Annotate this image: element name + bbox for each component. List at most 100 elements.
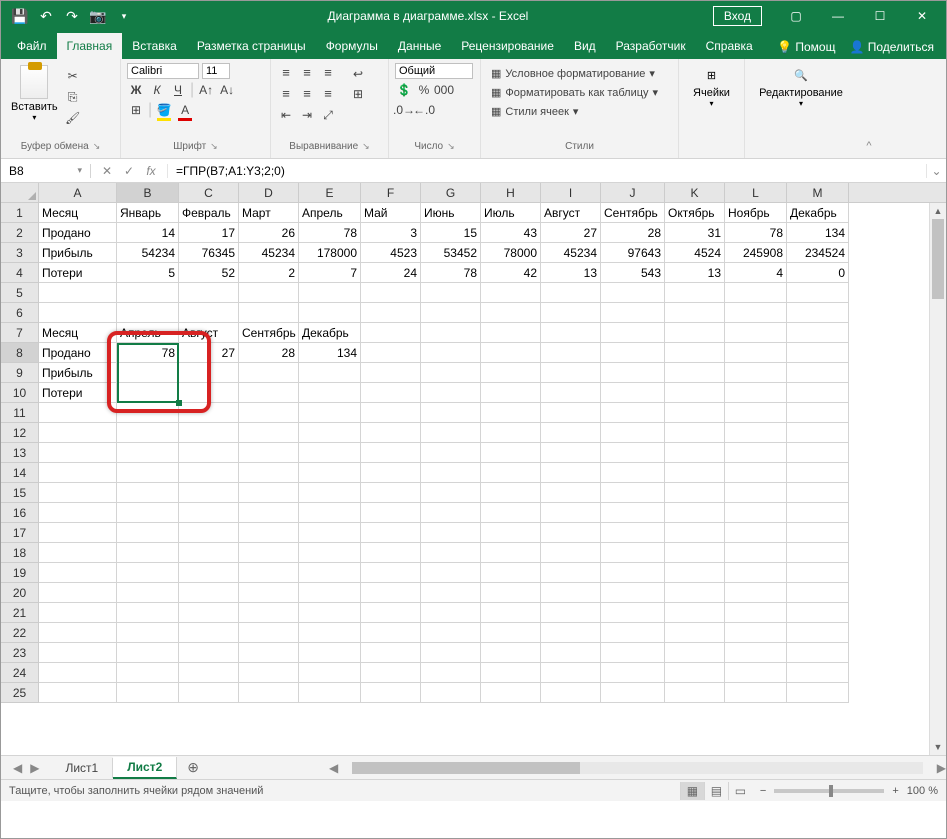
- cell-H2[interactable]: 43: [481, 223, 541, 243]
- cell-F9[interactable]: [361, 363, 421, 383]
- decrease-decimal-icon[interactable]: ←.0: [415, 101, 433, 119]
- cell-D16[interactable]: [239, 503, 299, 523]
- row-header-10[interactable]: 10: [1, 383, 39, 403]
- cell-B13[interactable]: [117, 443, 179, 463]
- cell-C15[interactable]: [179, 483, 239, 503]
- cancel-formula-icon[interactable]: ✕: [99, 164, 115, 178]
- cell-K2[interactable]: 31: [665, 223, 725, 243]
- cell-D13[interactable]: [239, 443, 299, 463]
- align-right-icon[interactable]: ≡: [319, 84, 337, 102]
- cell-B15[interactable]: [117, 483, 179, 503]
- tab-home[interactable]: Главная: [57, 33, 123, 59]
- row-header-15[interactable]: 15: [1, 483, 39, 503]
- cell-D18[interactable]: [239, 543, 299, 563]
- cell-I14[interactable]: [541, 463, 601, 483]
- cell-I7[interactable]: [541, 323, 601, 343]
- fill-handle[interactable]: [176, 400, 182, 406]
- cell-B10[interactable]: [117, 383, 179, 403]
- cell-F20[interactable]: [361, 583, 421, 603]
- align-center-icon[interactable]: ≡: [298, 84, 316, 102]
- cell-J25[interactable]: [601, 683, 665, 703]
- cell-A14[interactable]: [39, 463, 117, 483]
- row-header-20[interactable]: 20: [1, 583, 39, 603]
- cells-button[interactable]: ⊞ Ячейки ▾: [685, 63, 738, 110]
- cell-F4[interactable]: 24: [361, 263, 421, 283]
- cell-H14[interactable]: [481, 463, 541, 483]
- cell-H24[interactable]: [481, 663, 541, 683]
- cell-B4[interactable]: 5: [117, 263, 179, 283]
- cell-L20[interactable]: [725, 583, 787, 603]
- cell-J21[interactable]: [601, 603, 665, 623]
- cell-B14[interactable]: [117, 463, 179, 483]
- cell-L4[interactable]: 4: [725, 263, 787, 283]
- cell-D23[interactable]: [239, 643, 299, 663]
- cell-A22[interactable]: [39, 623, 117, 643]
- cell-B8[interactable]: 78: [117, 343, 179, 363]
- cell-K7[interactable]: [665, 323, 725, 343]
- copy-icon[interactable]: ⎘: [64, 88, 82, 106]
- formula-input[interactable]: =ГПР(B7;A1:Y3;2;0): [168, 164, 926, 178]
- cell-E19[interactable]: [299, 563, 361, 583]
- cell-L12[interactable]: [725, 423, 787, 443]
- cell-C24[interactable]: [179, 663, 239, 683]
- cell-A23[interactable]: [39, 643, 117, 663]
- cell-E20[interactable]: [299, 583, 361, 603]
- cell-G16[interactable]: [421, 503, 481, 523]
- cell-C22[interactable]: [179, 623, 239, 643]
- cell-L8[interactable]: [725, 343, 787, 363]
- cell-A24[interactable]: [39, 663, 117, 683]
- cell-I6[interactable]: [541, 303, 601, 323]
- cell-C9[interactable]: [179, 363, 239, 383]
- cell-K21[interactable]: [665, 603, 725, 623]
- cell-H8[interactable]: [481, 343, 541, 363]
- add-sheet-icon[interactable]: ⊕: [177, 759, 209, 776]
- cell-L18[interactable]: [725, 543, 787, 563]
- col-header-K[interactable]: K: [665, 183, 725, 202]
- cell-E22[interactable]: [299, 623, 361, 643]
- cell-H16[interactable]: [481, 503, 541, 523]
- page-break-view-icon[interactable]: ▭: [728, 782, 752, 800]
- cell-I10[interactable]: [541, 383, 601, 403]
- cell-G3[interactable]: 53452: [421, 243, 481, 263]
- orientation-icon[interactable]: ⤢: [319, 106, 337, 124]
- increase-indent-icon[interactable]: ⇥: [298, 106, 316, 124]
- row-header-25[interactable]: 25: [1, 683, 39, 703]
- row-header-13[interactable]: 13: [1, 443, 39, 463]
- cell-B23[interactable]: [117, 643, 179, 663]
- col-header-I[interactable]: I: [541, 183, 601, 202]
- cell-E8[interactable]: 134: [299, 343, 361, 363]
- cell-A3[interactable]: Прибыль: [39, 243, 117, 263]
- cell-H9[interactable]: [481, 363, 541, 383]
- cell-M12[interactable]: [787, 423, 849, 443]
- row-header-16[interactable]: 16: [1, 503, 39, 523]
- sheet-nav-next-icon[interactable]: ▶: [30, 761, 39, 775]
- currency-icon[interactable]: 💲: [395, 81, 413, 99]
- cell-K13[interactable]: [665, 443, 725, 463]
- row-header-9[interactable]: 9: [1, 363, 39, 383]
- cell-D10[interactable]: [239, 383, 299, 403]
- cell-L23[interactable]: [725, 643, 787, 663]
- cell-C14[interactable]: [179, 463, 239, 483]
- row-header-19[interactable]: 19: [1, 563, 39, 583]
- cell-G10[interactable]: [421, 383, 481, 403]
- cell-D21[interactable]: [239, 603, 299, 623]
- col-header-M[interactable]: M: [787, 183, 849, 202]
- cell-A10[interactable]: Потери: [39, 383, 117, 403]
- cell-B21[interactable]: [117, 603, 179, 623]
- cell-I25[interactable]: [541, 683, 601, 703]
- cell-styles-button[interactable]: ▦ Стили ячеек ▾: [487, 103, 672, 120]
- cell-E6[interactable]: [299, 303, 361, 323]
- qat-dropdown-icon[interactable]: ▾: [113, 5, 135, 27]
- col-header-F[interactable]: F: [361, 183, 421, 202]
- cell-M22[interactable]: [787, 623, 849, 643]
- cell-I3[interactable]: 45234: [541, 243, 601, 263]
- cell-G2[interactable]: 15: [421, 223, 481, 243]
- font-name-select[interactable]: [127, 63, 199, 79]
- cell-F11[interactable]: [361, 403, 421, 423]
- minimize-icon[interactable]: —: [818, 1, 858, 31]
- cell-J8[interactable]: [601, 343, 665, 363]
- zoom-out-icon[interactable]: −: [760, 785, 766, 797]
- cell-A7[interactable]: Месяц: [39, 323, 117, 343]
- cell-C18[interactable]: [179, 543, 239, 563]
- conditional-formatting-button[interactable]: ▦ Условное форматирование ▾: [487, 65, 672, 82]
